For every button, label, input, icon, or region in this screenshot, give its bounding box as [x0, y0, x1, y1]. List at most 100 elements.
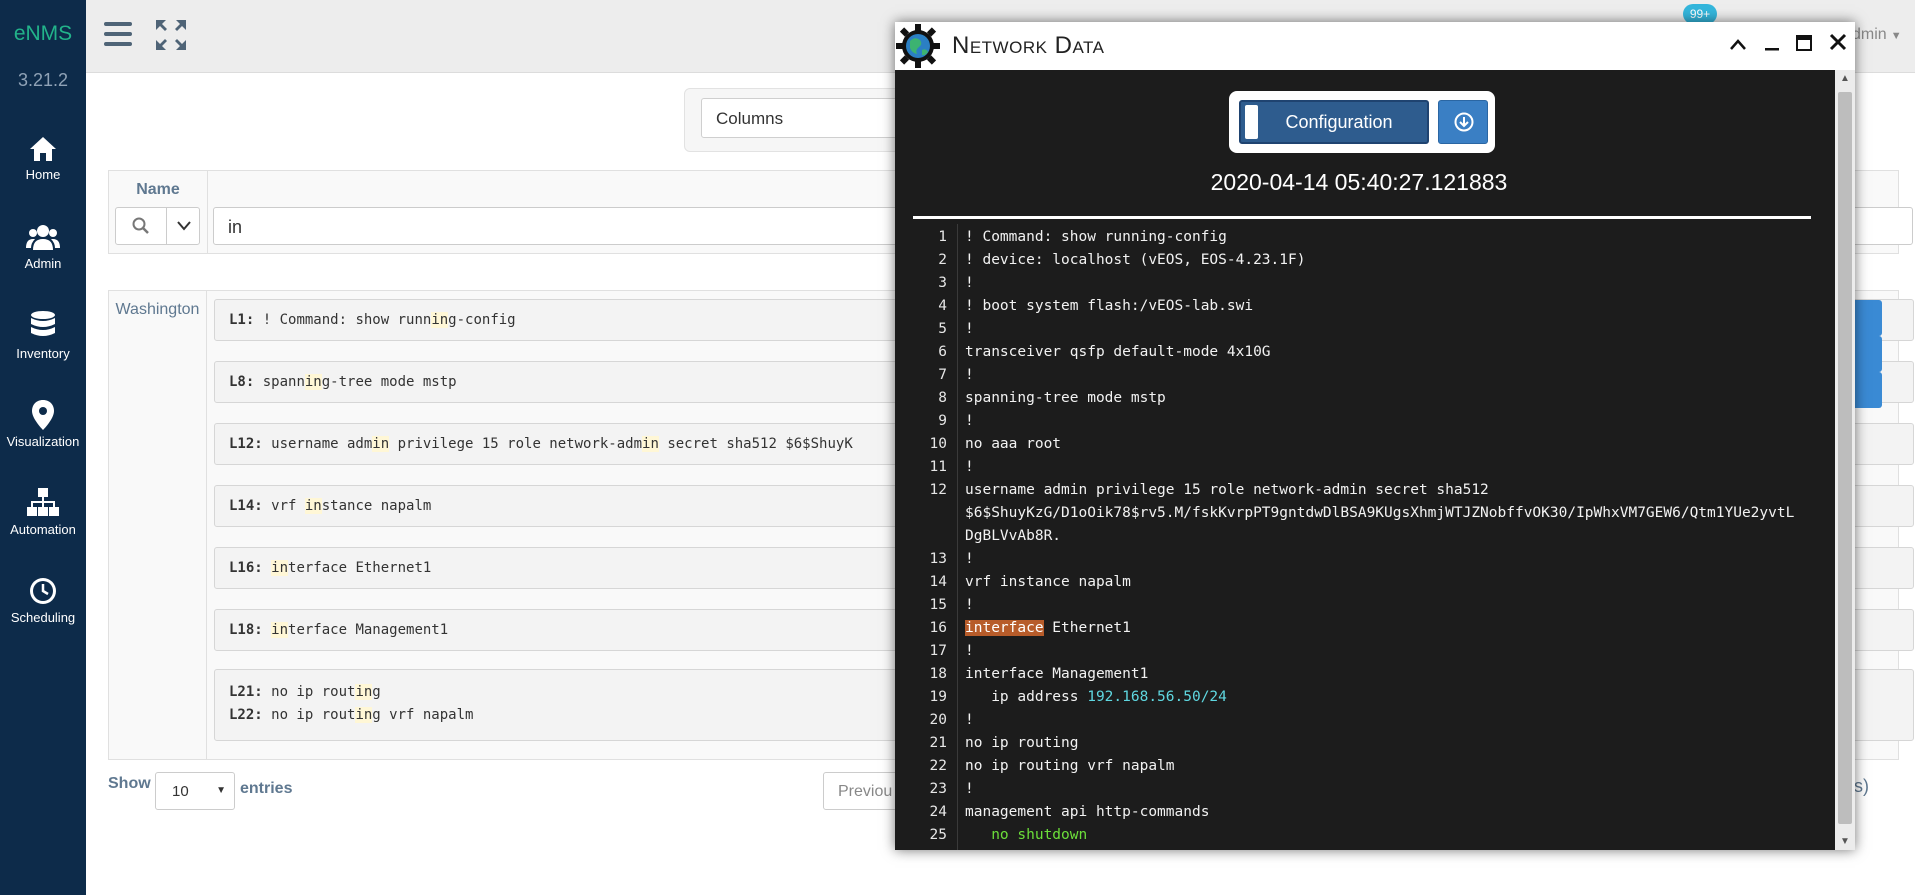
code-line: 11!: [929, 459, 974, 475]
user-menu[interactable]: dmin ▼: [1852, 26, 1902, 44]
line-number: L16:: [229, 560, 263, 576]
code-line: 18 interface Management1: [929, 666, 1149, 682]
code-line: 2! device: localhost (vEOS, EOS-4.23.1F): [938, 252, 1306, 268]
sidebar-item-label: Inventory: [16, 346, 70, 361]
sidebar-item-automation[interactable]: Automation: [0, 488, 86, 558]
notification-badge[interactable]: 99+: [1683, 4, 1717, 24]
name-header-label: Name: [136, 181, 180, 198]
match-highlight: in: [431, 312, 449, 328]
search-icon: [132, 217, 149, 234]
database-icon: [31, 311, 55, 336]
vertical-scrollbar[interactable]: ▲ ▼: [1835, 70, 1855, 850]
match-text: no ip rout: [262, 707, 356, 723]
code-line: 24 management api http-commands: [929, 804, 1210, 820]
clock-icon: [30, 578, 56, 604]
sidebar-item-home[interactable]: Home: [0, 135, 86, 205]
line-number: L18:: [229, 622, 263, 638]
config-code-viewer[interactable]: 1! Command: show running-config 2! devic…: [913, 224, 1811, 850]
match-highlight: in: [355, 684, 373, 700]
collapse-icon[interactable]: [1729, 30, 1747, 58]
match-highlight: in: [271, 560, 289, 576]
code-line: 5!: [938, 321, 974, 337]
scrollbar-thumb[interactable]: [1838, 92, 1852, 824]
chevron-down-icon: ▼: [1890, 30, 1902, 42]
close-icon[interactable]: [1829, 30, 1847, 58]
match-text: spann: [254, 374, 305, 390]
window-title: Network Data: [952, 32, 1105, 59]
device-name-cell[interactable]: Washington: [109, 291, 207, 759]
match-text: g-config: [448, 312, 516, 328]
sidebar-item-scheduling[interactable]: Scheduling: [0, 576, 86, 646]
minimize-icon[interactable]: [1764, 30, 1780, 58]
code-line-wrap: $6$ShuyKzG/D1oOik78$rv5.M/fskKvrpPT9gntd…: [965, 505, 1795, 521]
page-size-select[interactable]: 10 ▼: [155, 772, 235, 810]
sitemap-icon: [27, 488, 59, 516]
match-highlight: in: [642, 436, 659, 452]
filter-mode-dropdown[interactable]: [166, 207, 200, 245]
scroll-up-arrow-icon[interactable]: ▲: [1835, 73, 1855, 84]
line-number: L21:: [229, 684, 263, 700]
code-line: 3!: [938, 275, 974, 291]
home-icon: [30, 137, 56, 161]
code-line: 16 interface Ethernet1: [929, 620, 1131, 636]
download-button[interactable]: [1438, 100, 1488, 144]
code-line: 13!: [929, 551, 974, 567]
code-line: 4! boot system flash:/vEOS-lab.swi: [938, 298, 1254, 314]
version-label: 3.21.2: [17, 70, 69, 90]
sidebar-item-inventory[interactable]: Inventory: [0, 310, 86, 380]
sidebar-item-admin[interactable]: Admin: [0, 222, 86, 292]
page-size-value: 10: [172, 783, 189, 800]
match-highlight: in: [271, 622, 289, 638]
code-line: 23!: [929, 781, 974, 797]
match-text: g-tree mode mstp: [321, 374, 457, 390]
match-highlight: in: [355, 707, 373, 723]
window-body: Configuration 2020-04-14 05:40:27.121883…: [895, 70, 1855, 850]
match-text: g: [372, 684, 381, 700]
chevron-down-icon: [177, 221, 191, 231]
menu-toggle-icon[interactable]: [104, 20, 134, 48]
caret-down-icon: ▼: [216, 785, 226, 796]
line-number: L12:: [229, 436, 263, 452]
code-line: 21 no ip routing: [929, 735, 1079, 751]
selected-text: interface: [965, 620, 1044, 636]
match-text: no ip rout: [262, 684, 356, 700]
line-number: L22:: [229, 707, 263, 723]
columns-select[interactable]: Columns: [701, 98, 901, 138]
match-text: stance napalm: [321, 498, 432, 514]
code-line: 8 spanning-tree mode mstp: [938, 390, 1166, 406]
code-line: 10 no aaa root: [929, 436, 1062, 452]
scroll-down-arrow-icon[interactable]: ▼: [1835, 836, 1855, 847]
map-marker-icon: [32, 400, 54, 430]
maximize-icon[interactable]: [1796, 30, 1813, 58]
match-text: [263, 560, 271, 576]
match-text: privilege 15 role network-adm: [389, 436, 643, 452]
code-line: 9!: [938, 413, 974, 429]
code-line: 19 ip address 192.168.56.50/24: [929, 689, 1227, 705]
code-line: 14 vrf instance napalm: [929, 574, 1131, 590]
sidebar-item-visualization[interactable]: Visualization: [0, 400, 86, 470]
download-icon: [1454, 112, 1474, 132]
match-text: secret sha512 $6$ShuyK: [658, 436, 853, 452]
match-text: ! Command: show runn: [254, 312, 432, 328]
match-text: username adm: [262, 436, 373, 452]
code-line: 6 transceiver qsfp default-mode 4x10G: [938, 344, 1271, 360]
network-data-window: Network Data Configuration 2020-04-14 05…: [895, 22, 1855, 850]
configuration-toggle[interactable]: Configuration: [1239, 100, 1429, 144]
match-text: terface Management1: [288, 622, 449, 638]
users-icon: [26, 225, 60, 250]
sidebar-item-label: Admin: [24, 256, 62, 271]
brand-logo[interactable]: eNMS: [0, 22, 86, 46]
show-label: Show: [108, 775, 151, 792]
fullscreen-icon[interactable]: [154, 18, 188, 52]
window-header[interactable]: Network Data: [895, 22, 1855, 70]
code-line: 12 username admin privilege 15 role netwo…: [929, 482, 1489, 498]
match-text: terface Ethernet1: [288, 560, 432, 576]
line-number: L14:: [229, 498, 263, 514]
entries-label: entries: [240, 780, 293, 797]
match-text: g vrf napalm: [372, 707, 474, 723]
sidebar-item-label: Home: [25, 167, 61, 182]
search-filter-button[interactable]: [115, 207, 167, 245]
line-number: L1:: [229, 312, 255, 328]
sidebar: eNMS 3.21.2 Home Admin Inventory Visuali…: [0, 0, 86, 895]
window-controls: [1719, 30, 1847, 58]
